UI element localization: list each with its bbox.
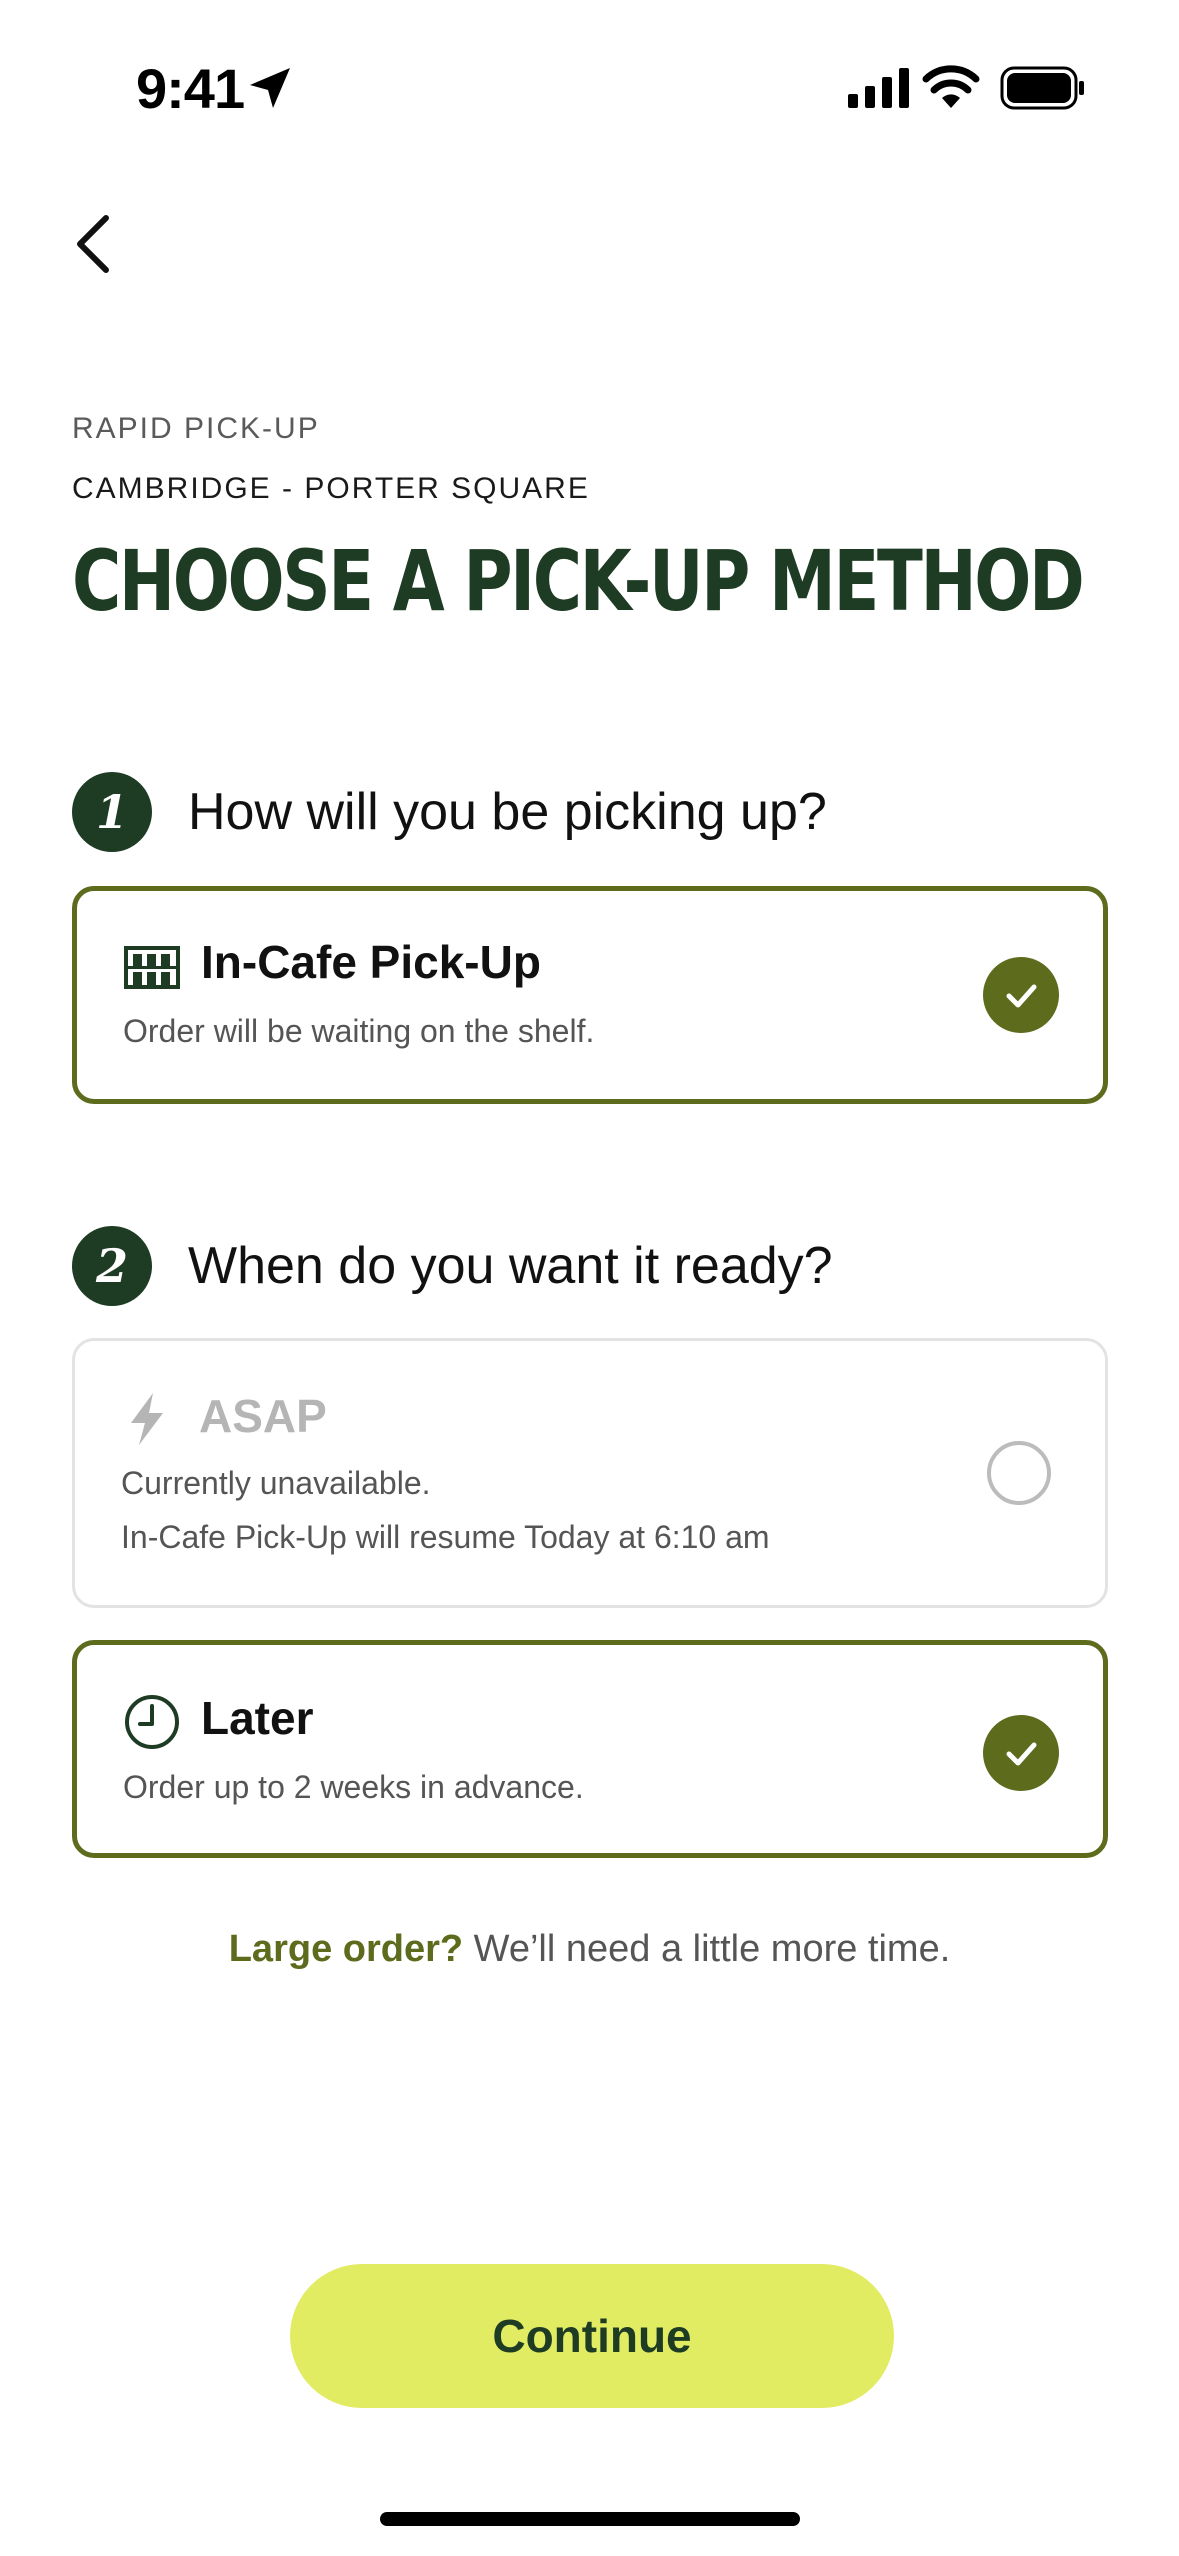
back-chevron-icon[interactable] <box>62 204 126 284</box>
large-order-text: We’ll need a little more time. <box>473 1928 951 1970</box>
lightning-icon <box>131 1393 163 1445</box>
option-title: ASAP <box>199 1390 327 1442</box>
step-1-badge: 1 <box>72 772 152 852</box>
step-2-badge: 2 <box>72 1226 152 1306</box>
cellular-signal-icon <box>848 68 909 108</box>
continue-button[interactable]: Continue <box>290 2264 894 2408</box>
option-subtitle: Order up to 2 weeks in advance. <box>123 1769 584 1805</box>
option-subtitle: Currently unavailable. <box>121 1465 431 1501</box>
option-later[interactable]: Later Order up to 2 weeks in advance. <box>72 1640 1108 1858</box>
option-title: Later <box>201 1692 314 1744</box>
location-arrow-icon <box>250 68 290 108</box>
option-asap[interactable]: ASAP Currently unavailable. In-Cafe Pick… <box>72 1338 1108 1608</box>
page-title: CHOOSE A PICK-UP METHOD <box>72 532 1085 630</box>
unselected-radio[interactable] <box>987 1441 1051 1505</box>
option-detail: In-Cafe Pick-Up will resume Today at 6:1… <box>121 1519 770 1555</box>
shelf-icon <box>124 946 180 989</box>
clock-icon <box>125 1695 179 1749</box>
status-time: 9:41 <box>136 57 245 120</box>
option-subtitle: Order will be waiting on the shelf. <box>123 1013 595 1049</box>
selected-check-icon <box>983 1715 1059 1791</box>
option-in-cafe-pickup[interactable]: In-Cafe Pick-Up Order will be waiting on… <box>72 886 1108 1104</box>
eyebrow-label: RAPID PICK-UP <box>72 412 320 445</box>
home-indicator <box>380 2512 800 2526</box>
large-order-note: Large order? We’ll need a little more ti… <box>0 1928 1179 1971</box>
option-title: In-Cafe Pick-Up <box>201 936 541 988</box>
battery-icon <box>1000 66 1084 110</box>
step-2-question: When do you want it ready? <box>188 1237 833 1295</box>
step-1-question: How will you be picking up? <box>188 783 827 841</box>
wifi-icon <box>922 65 980 108</box>
large-order-link[interactable]: Large order? <box>229 1928 463 1970</box>
store-name: CAMBRIDGE - PORTER SQUARE <box>72 472 590 505</box>
selected-check-icon <box>983 957 1059 1033</box>
